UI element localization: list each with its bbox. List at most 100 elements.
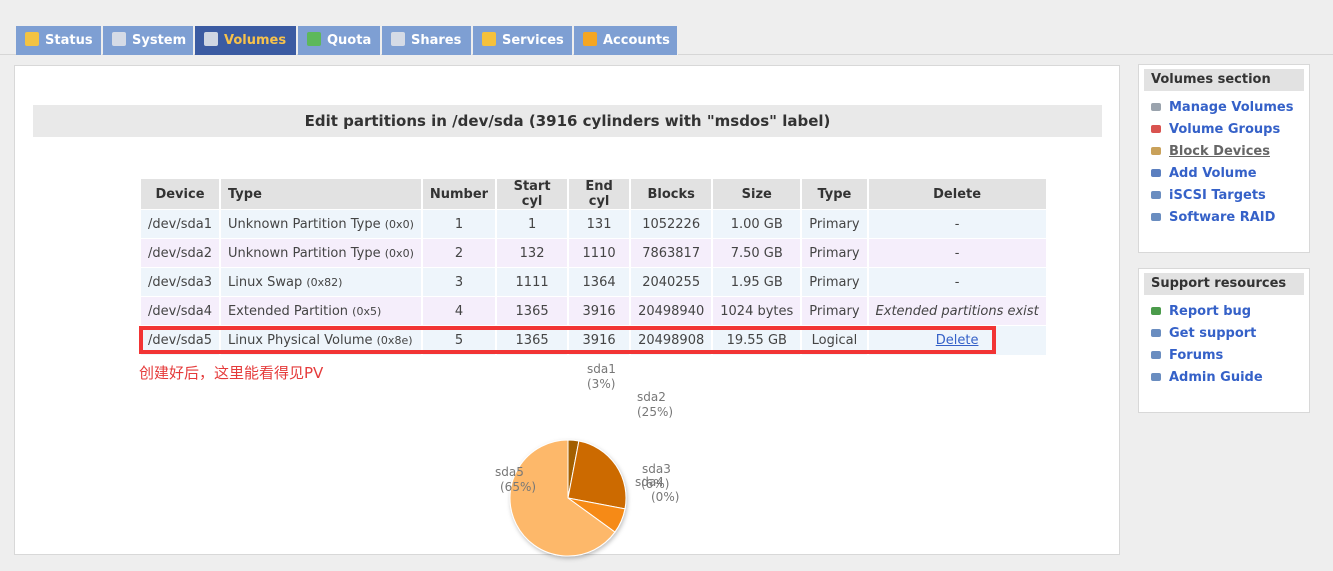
table-row: /dev/sda2 Unknown Partition Type (0x0) 2… (141, 238, 1048, 268)
table-header-row: Device Type Number Start cyl End cyl Blo… (141, 179, 1048, 210)
sidebar-item-manage-volumes[interactable]: Manage Volumes (1151, 97, 1309, 119)
cell-type: Extended Partition (0x5) (219, 296, 423, 326)
volumes-section-box: Volumes section Manage Volumes Volume Gr… (1138, 64, 1310, 253)
cell-end: 1110 (568, 238, 632, 268)
forum-icon (1151, 351, 1161, 359)
weather-icon (25, 32, 39, 46)
cell-end: 3916 (568, 325, 632, 355)
cell-start: 1111 (496, 267, 570, 297)
cell-blocks: 20498908 (630, 325, 714, 355)
cell-ptype: Primary (801, 238, 869, 268)
support-icon (1151, 329, 1161, 337)
cell-blocks: 7863817 (630, 238, 714, 268)
cell-number: 5 (421, 325, 498, 355)
sidebar-item-block-devices[interactable]: Block Devices (1151, 141, 1309, 163)
cell-start: 1365 (496, 296, 570, 326)
tab-status[interactable]: Status (16, 26, 102, 55)
column-header: Device (141, 179, 221, 210)
cell-start: 132 (496, 238, 570, 268)
column-header: Blocks (630, 179, 714, 210)
column-header: Start cyl (496, 179, 570, 210)
cell-ptype: Primary (801, 296, 869, 326)
cell-start: 1 (496, 209, 570, 239)
cell-end: 1364 (568, 267, 632, 297)
cell-type: Unknown Partition Type (0x0) (219, 238, 423, 268)
cell-device: /dev/sda1 (141, 209, 221, 239)
sidebar-item-forums[interactable]: Forums (1151, 345, 1309, 367)
sidebar-item-add-volume[interactable]: Add Volume (1151, 163, 1309, 185)
page-title: Edit partitions in /dev/sda (3916 cylind… (33, 105, 1102, 137)
cell-number: 2 (421, 238, 498, 268)
support-resources-box: Support resources Report bug Get support… (1138, 268, 1310, 413)
cell-blocks: 1052226 (630, 209, 714, 239)
cell-device: /dev/sda2 (141, 238, 221, 268)
bug-icon (1151, 307, 1161, 315)
cell-blocks: 2040255 (630, 267, 714, 297)
column-header: Size (712, 179, 803, 210)
pie-icon (307, 32, 321, 46)
sidebar-item-admin-guide[interactable]: Admin Guide (1151, 367, 1309, 389)
cell-end: 131 (568, 209, 632, 239)
cell-delete: - (867, 209, 1048, 239)
tab-quota[interactable]: Quota (298, 26, 381, 55)
pie-label-name: sda4 (635, 475, 664, 489)
column-header: End cyl (568, 179, 632, 210)
pie-label-percent: (0%) (651, 490, 679, 504)
table-row: /dev/sda5 Linux Physical Volume (0x8e) 5… (141, 325, 1048, 355)
table-row: /dev/sda4 Extended Partition (0x5) 4 136… (141, 296, 1048, 326)
block-icon (1151, 147, 1161, 155)
cell-device: /dev/sda3 (141, 267, 221, 297)
add-drive-icon (1151, 169, 1161, 177)
drive-icon (204, 32, 218, 46)
sidebar-item-volume-groups[interactable]: Volume Groups (1151, 119, 1309, 141)
cell-device: /dev/sda4 (141, 296, 221, 326)
tab-services[interactable]: Services (473, 26, 573, 55)
book-icon (1151, 373, 1161, 381)
cell-type: Linux Swap (0x82) (219, 267, 423, 297)
stack-icon (391, 32, 405, 46)
cell-ptype: Primary (801, 209, 869, 239)
cell-start: 1365 (496, 325, 570, 355)
cell-ptype: Logical (801, 325, 869, 355)
cell-delete: Delete (867, 325, 1048, 355)
column-header: Type (801, 179, 869, 210)
annotation-text: 创建好后，这里能看得见PV (139, 364, 324, 382)
tab-system[interactable]: System (103, 26, 194, 55)
pie-label-percent: (3%) (587, 377, 615, 391)
cell-blocks: 20498940 (630, 296, 714, 326)
cell-delete: - (867, 238, 1048, 268)
sidebar-item-get-support[interactable]: Get support (1151, 323, 1309, 345)
cell-end: 3916 (568, 296, 632, 326)
cell-size: 19.55 GB (712, 325, 803, 355)
lightning-icon (482, 32, 496, 46)
cell-number: 1 (421, 209, 498, 239)
column-header: Number (421, 179, 498, 210)
tab-shares[interactable]: Shares (382, 26, 472, 55)
column-header: Delete (867, 179, 1048, 210)
tab-volumes[interactable]: Volumes (195, 26, 297, 55)
column-header: Type (219, 179, 423, 210)
tab-accounts[interactable]: Accounts (574, 26, 678, 55)
sidebar-item-report-bug[interactable]: Report bug (1151, 301, 1309, 323)
pie-label-percent: (65%) (500, 480, 536, 494)
drive-icon (1151, 103, 1161, 111)
sidebar-item-iscsi-targets[interactable]: iSCSI Targets (1151, 185, 1309, 207)
sidebar-item-software-raid[interactable]: Software RAID (1151, 207, 1309, 229)
delete-link[interactable]: Delete (936, 333, 979, 348)
pie-label-name: sda2 (637, 390, 666, 404)
cell-number: 4 (421, 296, 498, 326)
pie-label-name: sda3 (642, 462, 671, 476)
table-row: /dev/sda3 Linux Swap (0x82) 3 1111 1364 … (141, 267, 1048, 297)
tab-bar: Status System Volumes Quota Shares Servi… (0, 0, 1333, 55)
group-icon (1151, 125, 1161, 133)
pie-slice-sda2 (567, 440, 627, 510)
users-icon (583, 32, 597, 46)
table-row: /dev/sda1 Unknown Partition Type (0x0) 1… (141, 209, 1048, 239)
target-icon (1151, 191, 1161, 199)
cell-size: 7.50 GB (712, 238, 803, 268)
pie-label-name: sda5 (495, 465, 524, 479)
cell-type: Linux Physical Volume (0x8e) (219, 325, 423, 355)
cell-size: 1024 bytes (712, 296, 803, 326)
monitor-icon (112, 32, 126, 46)
cell-device: /dev/sda5 (141, 325, 221, 355)
